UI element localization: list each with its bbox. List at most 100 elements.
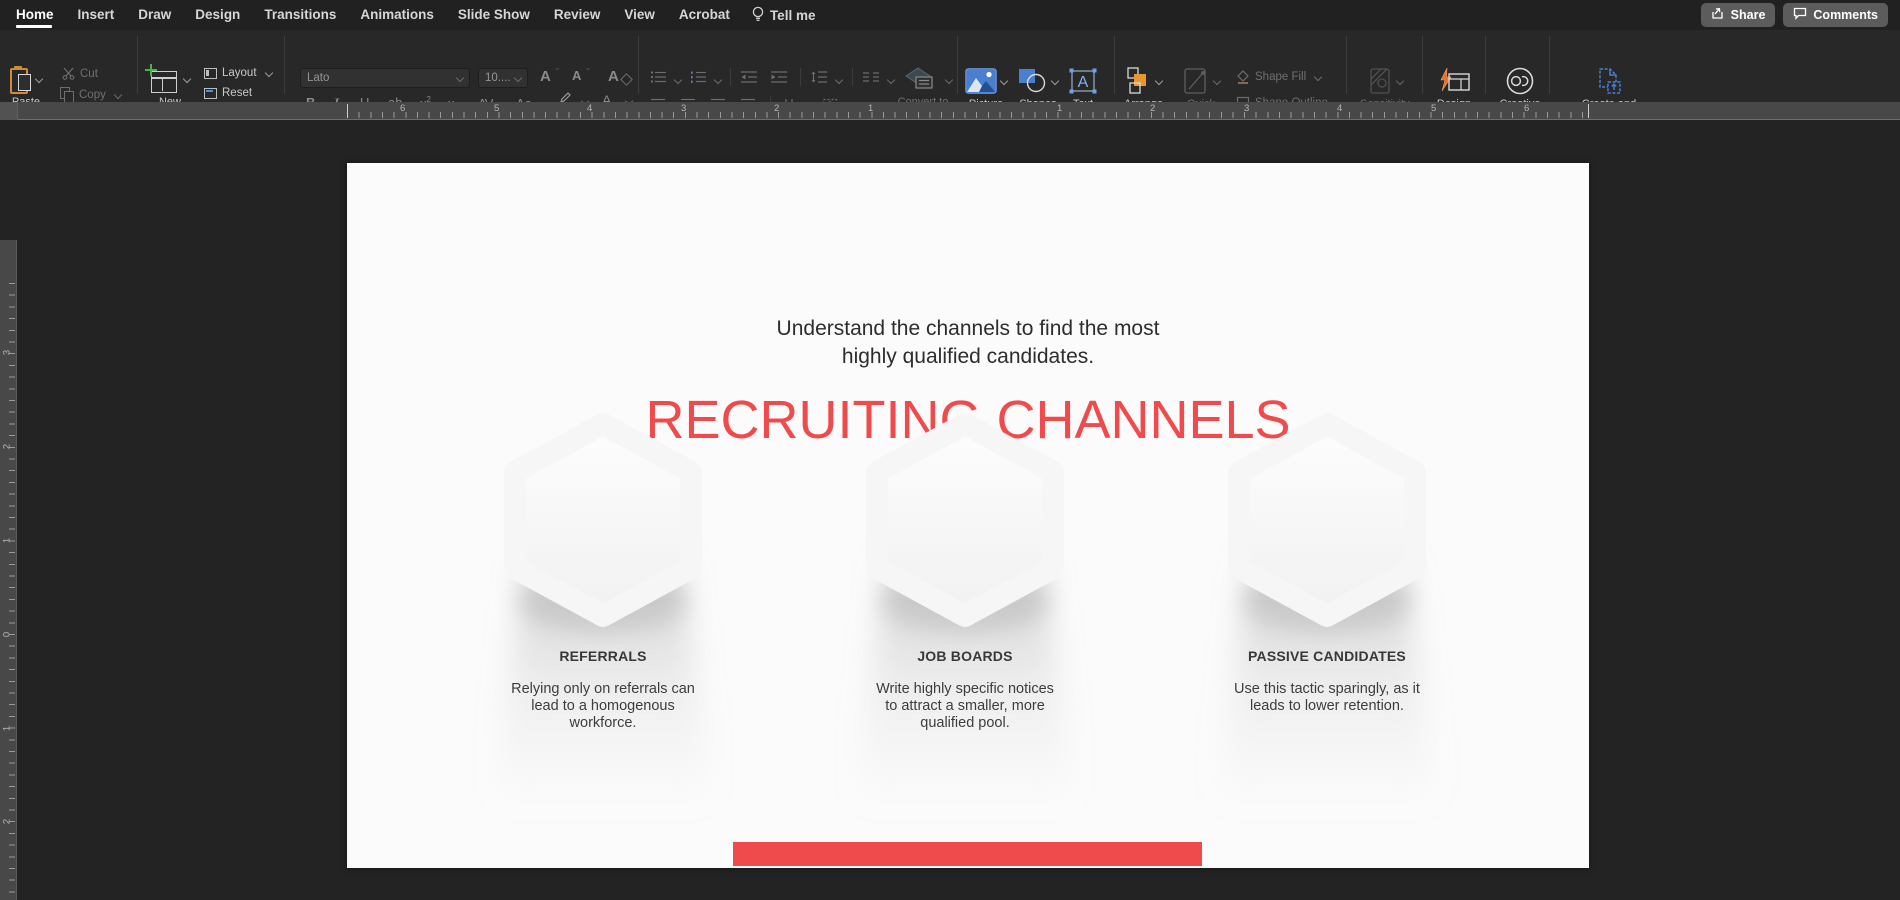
ruler-margin-tick — [1588, 104, 1589, 118]
font-name-value: Lato — [307, 72, 453, 84]
creative-cloud-icon — [1505, 66, 1535, 96]
menu-home[interactable]: Home — [16, 0, 54, 30]
slide[interactable]: RECRUITING CHANNELS Understand the chann… — [347, 163, 1589, 868]
vertical-ruler[interactable]: 3 2 1 0 1 2 3 — [0, 240, 17, 900]
ruler-ticks — [9, 283, 15, 900]
sensitivity-icon — [1367, 67, 1393, 95]
cut-label: Cut — [80, 68, 98, 80]
divider — [284, 36, 285, 94]
new-slide-icon — [151, 71, 177, 93]
font-size-select[interactable]: 10.... — [478, 68, 528, 88]
increase-indent-icon — [770, 70, 788, 84]
font-size-value: 10.... — [485, 72, 511, 84]
menu-view[interactable]: View — [624, 0, 655, 30]
horizontal-ruler[interactable]: 6 5 4 3 2 1 1 2 3 4 5 6 — [0, 102, 1900, 120]
ruler-number: 5 — [1431, 103, 1436, 114]
columns-icon — [862, 70, 880, 84]
ruler-number: 2 — [1150, 103, 1155, 114]
card-heading: PASSIVE CANDIDATES — [1147, 648, 1507, 664]
scissors-icon — [62, 67, 75, 80]
clear-formatting-button[interactable]: A — [608, 68, 631, 85]
bullets-button[interactable] — [650, 70, 681, 89]
ruler-number: 5 — [494, 103, 499, 114]
menu-draw[interactable]: Draw — [138, 0, 171, 30]
numbering-icon — [690, 70, 707, 84]
ruler-number: 3 — [1244, 103, 1249, 114]
ruler-number: 1 — [868, 103, 873, 114]
smartart-icon — [902, 66, 938, 92]
columns-button[interactable] — [862, 70, 894, 89]
shape-fill-button[interactable]: Shape Fill — [1236, 70, 1321, 84]
menu-transitions[interactable]: Transitions — [264, 0, 336, 30]
picture-icon — [965, 68, 997, 94]
menu-review[interactable]: Review — [554, 0, 601, 30]
ruler-number: 2 — [2, 816, 13, 828]
reset-icon — [204, 88, 217, 99]
share-button[interactable]: Share — [1701, 3, 1776, 27]
ruler-number: 1 — [1057, 103, 1062, 114]
powerpoint-window: Home Insert Draw Design Transitions Anim… — [0, 0, 1900, 900]
ruler-corner — [0, 102, 18, 120]
comment-icon — [1793, 7, 1807, 23]
copy-label: Copy — [79, 89, 106, 101]
ruler-number: 2 — [2, 441, 13, 453]
paint-bucket-icon — [1236, 70, 1250, 84]
eraser-icon — [620, 73, 633, 86]
comments-label: Comments — [1813, 8, 1878, 22]
copy-icon — [60, 87, 74, 102]
divider — [638, 36, 639, 94]
copy-button[interactable]: Copy — [60, 87, 121, 102]
ruler-number: 0 — [2, 629, 13, 641]
menu-items: Home Insert Draw Design Transitions Anim… — [0, 0, 730, 30]
hexagon-shape — [1147, 410, 1507, 850]
line-spacing-button[interactable] — [810, 70, 842, 89]
menu-insert[interactable]: Insert — [78, 0, 115, 30]
cut-button[interactable]: Cut — [62, 67, 98, 80]
card-referrals[interactable]: REFERRALS Relying only on referrals can … — [423, 410, 783, 850]
grow-font-button[interactable]: Aˆ — [540, 68, 559, 85]
divider — [137, 36, 138, 94]
svg-text:A: A — [1078, 74, 1089, 91]
ruler-ticks — [347, 112, 1588, 118]
layout-label: Layout — [222, 67, 257, 79]
editing-canvas[interactable]: 3 2 1 0 1 2 3 RECRUITING CHANNELS Unders… — [0, 120, 1900, 900]
accent-bar[interactable] — [733, 842, 1202, 866]
menu-design[interactable]: Design — [195, 0, 240, 30]
layout-button[interactable]: Layout — [204, 67, 272, 79]
ruler-number: 6 — [1524, 103, 1529, 114]
comments-button[interactable]: Comments — [1783, 3, 1888, 27]
card-body: Use this tactic sparingly, as it leads t… — [1147, 681, 1507, 715]
ruler-number: 1 — [2, 535, 13, 547]
decrease-indent-button[interactable] — [740, 70, 758, 89]
ruler-number: 4 — [1337, 103, 1342, 114]
convert-smartart-button[interactable] — [902, 66, 952, 97]
shape-fill-label: Shape Fill — [1255, 71, 1306, 83]
lightbulb-icon — [752, 6, 764, 25]
share-icon — [1711, 7, 1725, 23]
card-body: Write highly specific notices to attract… — [785, 681, 1145, 732]
increase-indent-button[interactable] — [770, 70, 788, 89]
quick-styles-icon — [1182, 67, 1210, 95]
font-name-select[interactable]: Lato — [300, 68, 470, 88]
card-passive-candidates[interactable]: PASSIVE CANDIDATES Use this tactic spari… — [1147, 410, 1507, 850]
menu-slide-show[interactable]: Slide Show — [458, 0, 530, 30]
hexagon-shape — [785, 410, 1145, 850]
reset-label: Reset — [222, 87, 252, 99]
menu-bar: Home Insert Draw Design Transitions Anim… — [0, 0, 1900, 30]
ruler-number: 3 — [2, 347, 13, 359]
subtitle-line: highly qualified candidates. — [347, 343, 1589, 371]
design-ideas-icon — [1437, 67, 1471, 95]
ruler-number: 1 — [2, 723, 13, 735]
reset-button[interactable]: Reset — [204, 87, 252, 99]
card-job-boards[interactable]: JOB BOARDS Write highly specific notices… — [785, 410, 1145, 850]
layout-icon — [204, 68, 217, 79]
divider — [957, 36, 958, 94]
card-body: Relying only on referrals can lead to a … — [423, 681, 783, 732]
tell-me[interactable]: Tell me — [752, 6, 816, 25]
shrink-font-button[interactable]: Aˇ — [572, 68, 589, 83]
menu-acrobat[interactable]: Acrobat — [679, 0, 730, 30]
slide-subtitle[interactable]: Understand the channels to find the most… — [347, 315, 1589, 371]
menu-animations[interactable]: Animations — [360, 0, 434, 30]
arrange-icon — [1126, 67, 1152, 95]
numbering-button[interactable] — [690, 70, 721, 89]
